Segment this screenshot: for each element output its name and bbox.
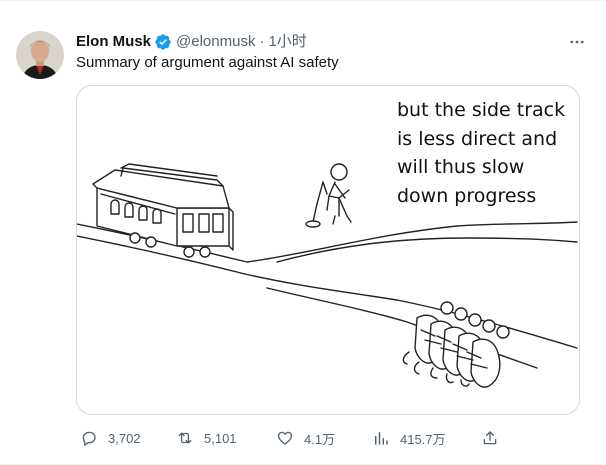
tweet-text: Summary of argument against AI safety bbox=[76, 54, 339, 71]
tweet-media-image[interactable]: but the side track is less direct and wi… bbox=[76, 85, 580, 415]
avatar-image bbox=[16, 31, 64, 79]
reply-icon bbox=[82, 431, 96, 446]
more-options-button[interactable] bbox=[566, 31, 588, 53]
like-count: 4.1万 bbox=[304, 431, 336, 447]
meme-caption: but the side track is less direct and wi… bbox=[397, 99, 566, 207]
retweet-button[interactable]: 5,101 bbox=[176, 426, 237, 450]
author-name[interactable]: Elon Musk bbox=[76, 32, 151, 52]
tweet: Elon Musk @elonmusk · 1小时 Summary of arg… bbox=[0, 0, 606, 465]
retweet-count: 5,101 bbox=[204, 430, 237, 446]
views-count: 415.7万 bbox=[400, 431, 446, 447]
timestamp[interactable]: 1小时 bbox=[268, 32, 306, 52]
more-dots-icon bbox=[570, 40, 584, 44]
views-button[interactable]: 415.7万 bbox=[372, 426, 446, 450]
reply-button[interactable]: 3,702 bbox=[80, 426, 141, 450]
avatar[interactable] bbox=[16, 31, 64, 79]
heart-icon bbox=[277, 431, 293, 445]
reply-count: 3,702 bbox=[108, 430, 141, 446]
author-handle[interactable]: @elonmusk bbox=[176, 32, 255, 52]
views-chart-icon bbox=[375, 432, 388, 445]
separator-dot: · bbox=[259, 33, 265, 50]
tweet-header: Elon Musk @elonmusk · 1小时 bbox=[76, 32, 586, 52]
like-button[interactable]: 4.1万 bbox=[276, 426, 335, 450]
action-bar: 3,702 5,101 4.1万 415.7万 bbox=[76, 426, 506, 450]
verified-badge-icon bbox=[154, 33, 172, 51]
share-button[interactable] bbox=[481, 426, 499, 450]
share-icon bbox=[483, 431, 497, 445]
retweet-icon bbox=[178, 432, 192, 444]
